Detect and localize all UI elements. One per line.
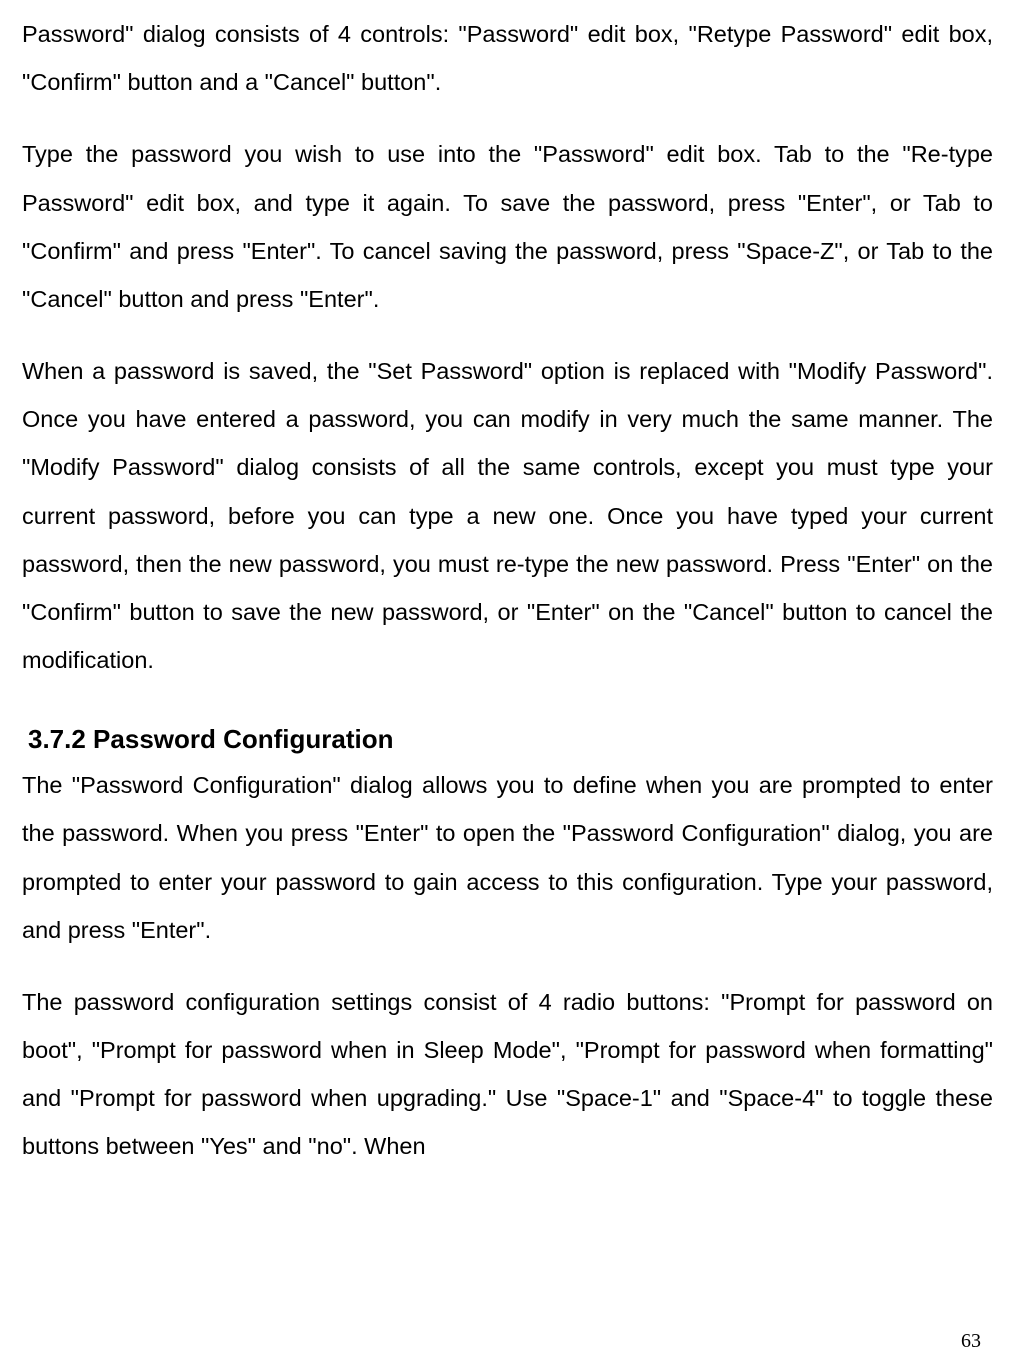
page-number: 63 [961,1330,981,1353]
section-heading: 3.7.2 Password Configuration [22,724,993,755]
body-paragraph-1: Password" dialog consists of 4 controls:… [22,10,993,106]
body-paragraph-2: Type the password you wish to use into t… [22,130,993,323]
body-paragraph-4: The "Password Configuration" dialog allo… [22,761,993,954]
body-paragraph-3: When a password is saved, the "Set Passw… [22,347,993,684]
body-paragraph-5: The password configuration settings cons… [22,978,993,1171]
